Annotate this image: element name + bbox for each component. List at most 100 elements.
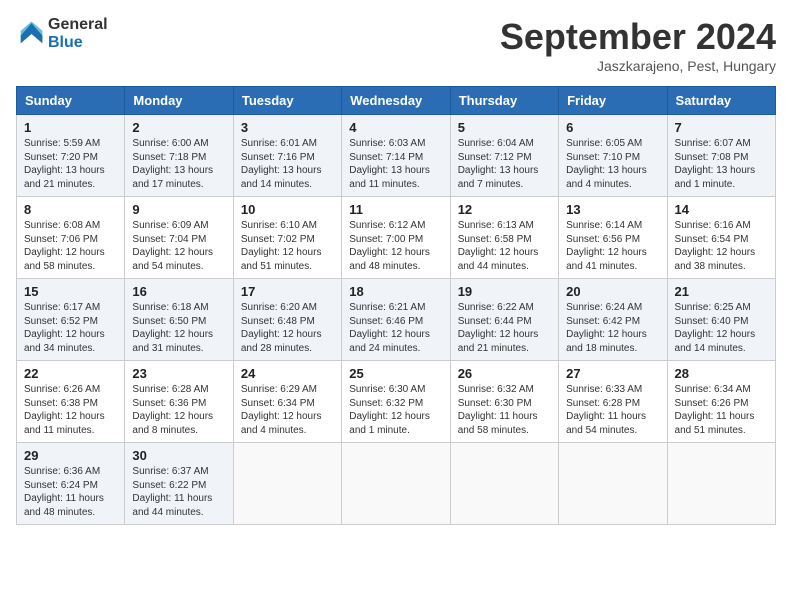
day-info: Sunrise: 6:20 AMSunset: 6:48 PMDaylight:… [241,302,322,354]
day-cell-16: 16 Sunrise: 6:18 AMSunset: 6:50 PMDaylig… [125,279,233,361]
week-row-3: 15 Sunrise: 6:17 AMSunset: 6:52 PMDaylig… [17,279,776,361]
day-info: Sunrise: 6:25 AMSunset: 6:40 PMDaylight:… [675,302,756,354]
day-number: 9 [132,202,225,217]
col-monday: Monday [125,87,233,115]
day-info: Sunrise: 6:32 AMSunset: 6:30 PMDaylight:… [458,384,538,436]
day-number: 1 [24,120,117,135]
day-info: Sunrise: 6:21 AMSunset: 6:46 PMDaylight:… [349,302,430,354]
day-info: Sunrise: 6:07 AMSunset: 7:08 PMDaylight:… [675,138,756,190]
empty-cell-4-4 [450,443,558,525]
header: General Blue September 2024 Jaszkarajeno… [16,16,776,74]
logo-text: General Blue [48,16,108,51]
col-saturday: Saturday [667,87,775,115]
day-number: 2 [132,120,225,135]
day-cell-13: 13 Sunrise: 6:14 AMSunset: 6:56 PMDaylig… [559,197,667,279]
day-info: Sunrise: 6:03 AMSunset: 7:14 PMDaylight:… [349,138,430,190]
location: Jaszkarajeno, Pest, Hungary [500,58,776,74]
day-info: Sunrise: 6:00 AMSunset: 7:18 PMDaylight:… [132,138,213,190]
day-number: 21 [675,284,768,299]
calendar-table: Sunday Monday Tuesday Wednesday Thursday… [16,86,776,525]
day-cell-30: 30 Sunrise: 6:37 AMSunset: 6:22 PMDaylig… [125,443,233,525]
day-number: 28 [675,366,768,381]
day-number: 13 [566,202,659,217]
day-cell-28: 28 Sunrise: 6:34 AMSunset: 6:26 PMDaylig… [667,361,775,443]
day-info: Sunrise: 6:29 AMSunset: 6:34 PMDaylight:… [241,384,322,436]
day-info: Sunrise: 6:34 AMSunset: 6:26 PMDaylight:… [675,384,755,436]
day-number: 8 [24,202,117,217]
day-cell-15: 15 Sunrise: 6:17 AMSunset: 6:52 PMDaylig… [17,279,125,361]
day-info: Sunrise: 6:08 AMSunset: 7:06 PMDaylight:… [24,220,105,272]
day-cell-10: 10 Sunrise: 6:10 AMSunset: 7:02 PMDaylig… [233,197,341,279]
day-number: 12 [458,202,551,217]
day-cell-12: 12 Sunrise: 6:13 AMSunset: 6:58 PMDaylig… [450,197,558,279]
day-info: Sunrise: 6:10 AMSunset: 7:02 PMDaylight:… [241,220,322,272]
day-number: 23 [132,366,225,381]
day-cell-24: 24 Sunrise: 6:29 AMSunset: 6:34 PMDaylig… [233,361,341,443]
day-number: 30 [132,448,225,463]
col-thursday: Thursday [450,87,558,115]
day-info: Sunrise: 6:36 AMSunset: 6:24 PMDaylight:… [24,466,104,518]
col-sunday: Sunday [17,87,125,115]
day-number: 7 [675,120,768,135]
empty-cell-4-2 [233,443,341,525]
day-info: Sunrise: 6:24 AMSunset: 6:42 PMDaylight:… [566,302,647,354]
day-number: 26 [458,366,551,381]
day-cell-11: 11 Sunrise: 6:12 AMSunset: 7:00 PMDaylig… [342,197,450,279]
day-info: Sunrise: 6:37 AMSunset: 6:22 PMDaylight:… [132,466,212,518]
day-info: Sunrise: 6:12 AMSunset: 7:00 PMDaylight:… [349,220,430,272]
day-info: Sunrise: 6:16 AMSunset: 6:54 PMDaylight:… [675,220,756,272]
day-cell-5: 5 Sunrise: 6:04 AMSunset: 7:12 PMDayligh… [450,115,558,197]
day-cell-19: 19 Sunrise: 6:22 AMSunset: 6:44 PMDaylig… [450,279,558,361]
day-info: Sunrise: 6:30 AMSunset: 6:32 PMDaylight:… [349,384,430,436]
day-info: Sunrise: 6:26 AMSunset: 6:38 PMDaylight:… [24,384,105,436]
day-info: Sunrise: 6:17 AMSunset: 6:52 PMDaylight:… [24,302,105,354]
day-info: Sunrise: 6:28 AMSunset: 6:36 PMDaylight:… [132,384,213,436]
day-number: 22 [24,366,117,381]
day-info: Sunrise: 6:14 AMSunset: 6:56 PMDaylight:… [566,220,647,272]
title-area: September 2024 Jaszkarajeno, Pest, Hunga… [500,16,776,74]
day-number: 19 [458,284,551,299]
day-cell-8: 8 Sunrise: 6:08 AMSunset: 7:06 PMDayligh… [17,197,125,279]
day-number: 20 [566,284,659,299]
day-cell-25: 25 Sunrise: 6:30 AMSunset: 6:32 PMDaylig… [342,361,450,443]
day-number: 18 [349,284,442,299]
day-cell-6: 6 Sunrise: 6:05 AMSunset: 7:10 PMDayligh… [559,115,667,197]
day-info: Sunrise: 6:18 AMSunset: 6:50 PMDaylight:… [132,302,213,354]
week-row-1: 1 Sunrise: 5:59 AMSunset: 7:20 PMDayligh… [17,115,776,197]
day-cell-27: 27 Sunrise: 6:33 AMSunset: 6:28 PMDaylig… [559,361,667,443]
day-cell-26: 26 Sunrise: 6:32 AMSunset: 6:30 PMDaylig… [450,361,558,443]
logo-general-text: General [48,16,108,34]
day-info: Sunrise: 6:09 AMSunset: 7:04 PMDaylight:… [132,220,213,272]
day-cell-2: 2 Sunrise: 6:00 AMSunset: 7:18 PMDayligh… [125,115,233,197]
day-number: 24 [241,366,334,381]
day-cell-1: 1 Sunrise: 5:59 AMSunset: 7:20 PMDayligh… [17,115,125,197]
day-number: 10 [241,202,334,217]
day-info: Sunrise: 5:59 AMSunset: 7:20 PMDaylight:… [24,138,105,190]
day-number: 11 [349,202,442,217]
week-row-4: 22 Sunrise: 6:26 AMSunset: 6:38 PMDaylig… [17,361,776,443]
col-wednesday: Wednesday [342,87,450,115]
day-number: 16 [132,284,225,299]
day-number: 15 [24,284,117,299]
day-cell-9: 9 Sunrise: 6:09 AMSunset: 7:04 PMDayligh… [125,197,233,279]
logo-blue-text: Blue [48,34,108,52]
day-number: 14 [675,202,768,217]
logo-icon [16,20,44,48]
day-info: Sunrise: 6:33 AMSunset: 6:28 PMDaylight:… [566,384,646,436]
day-cell-29: 29 Sunrise: 6:36 AMSunset: 6:24 PMDaylig… [17,443,125,525]
day-cell-4: 4 Sunrise: 6:03 AMSunset: 7:14 PMDayligh… [342,115,450,197]
col-friday: Friday [559,87,667,115]
day-cell-21: 21 Sunrise: 6:25 AMSunset: 6:40 PMDaylig… [667,279,775,361]
empty-cell-4-5 [559,443,667,525]
day-cell-7: 7 Sunrise: 6:07 AMSunset: 7:08 PMDayligh… [667,115,775,197]
day-info: Sunrise: 6:04 AMSunset: 7:12 PMDaylight:… [458,138,539,190]
col-tuesday: Tuesday [233,87,341,115]
day-number: 25 [349,366,442,381]
empty-cell-4-3 [342,443,450,525]
day-cell-18: 18 Sunrise: 6:21 AMSunset: 6:46 PMDaylig… [342,279,450,361]
header-row: Sunday Monday Tuesday Wednesday Thursday… [17,87,776,115]
day-number: 6 [566,120,659,135]
day-number: 27 [566,366,659,381]
day-cell-23: 23 Sunrise: 6:28 AMSunset: 6:36 PMDaylig… [125,361,233,443]
week-row-5: 29 Sunrise: 6:36 AMSunset: 6:24 PMDaylig… [17,443,776,525]
